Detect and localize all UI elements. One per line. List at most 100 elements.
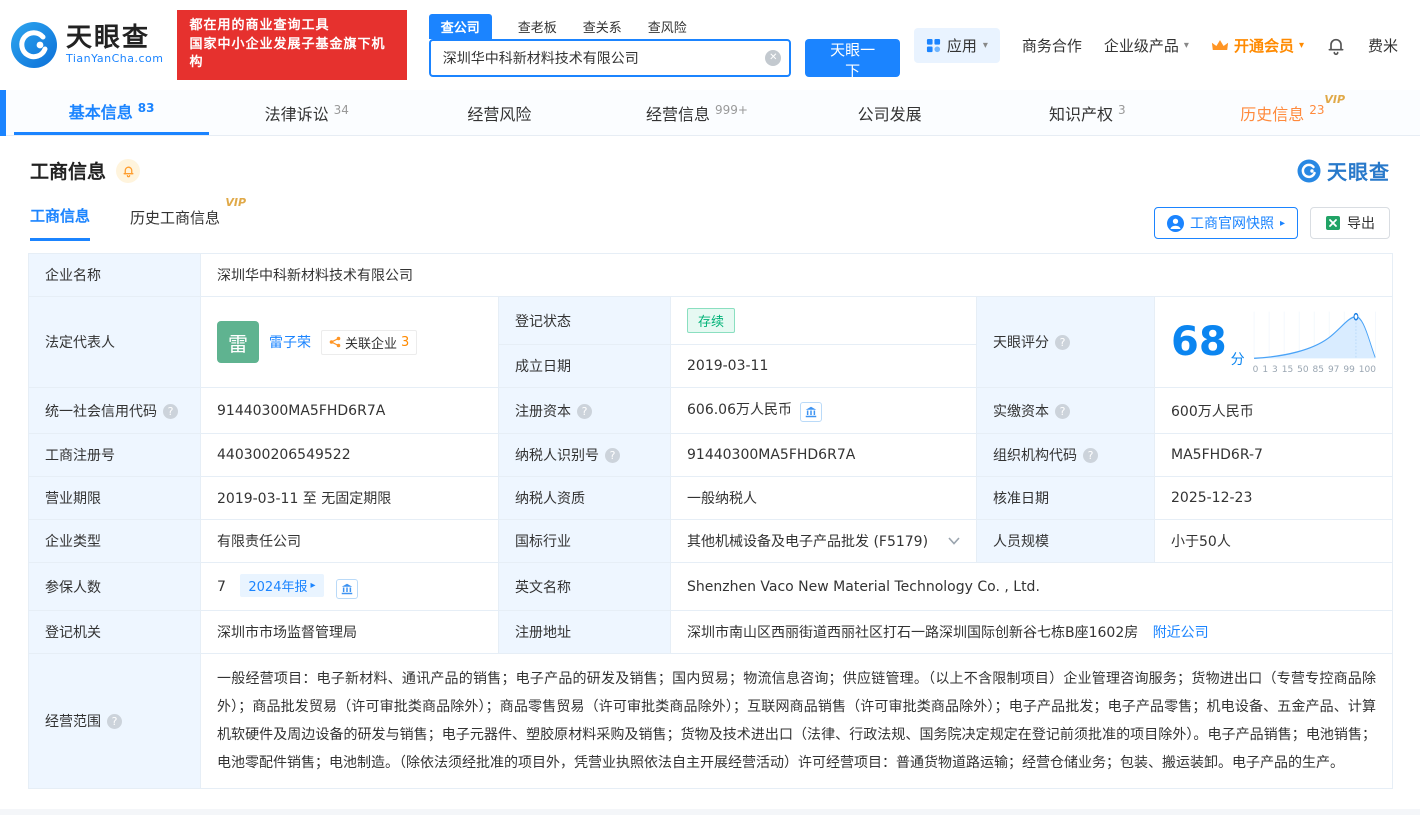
- subtab-history-business-info-label: 历史工商信息: [130, 208, 221, 227]
- related-companies-chip[interactable]: 关联企业 3: [321, 329, 418, 355]
- tab-operation-info[interactable]: 经营信息 999+: [599, 90, 794, 135]
- subtab-business-info[interactable]: 工商信息: [30, 205, 91, 241]
- reg-status-label: 登记状态: [498, 296, 671, 345]
- excel-icon: [1326, 216, 1340, 230]
- chevron-down-icon[interactable]: [948, 537, 960, 545]
- tab-intellectual-property-count: 3: [1117, 102, 1126, 117]
- reg-capital-help-icon[interactable]: ?: [577, 403, 592, 419]
- search-tab-relation[interactable]: 查关系: [583, 14, 622, 39]
- insured-source-icon[interactable]: [335, 579, 358, 599]
- legal-rep-name-link[interactable]: 雷子荣: [269, 332, 311, 352]
- apps-caret-icon: ▾: [982, 39, 988, 51]
- score-axis-labels: 01 3 15 50 85 97 99 100: [1252, 364, 1376, 375]
- insured-value: 7 2024年报 ▸: [200, 562, 499, 611]
- score-label: 天眼评分?: [976, 296, 1155, 388]
- reg-capital-label: 注册资本?: [498, 387, 671, 434]
- search-area: 查公司 查老板 查关系 查风险 ✕ 天眼一下: [428, 13, 900, 80]
- staff-size-value: 小于50人: [1153, 519, 1394, 563]
- paid-capital-label: 实缴资本?: [976, 387, 1155, 434]
- business-cooperation-link[interactable]: 商务合作: [1022, 35, 1082, 56]
- table-row: 经营范围? 一般经营项目：电子新材料、通讯产品的销售；电子产品的研发及销售；国内…: [28, 653, 1394, 789]
- table-row: 工商注册号 440300206549522 纳税人识别号? 91440300MA…: [28, 433, 1394, 477]
- annual-report-arrow-icon: ▸: [310, 580, 316, 591]
- tab-intellectual-property-label: 知识产权: [1048, 104, 1113, 124]
- tab-intellectual-property[interactable]: 知识产权 3: [990, 90, 1185, 135]
- official-snapshot-button[interactable]: 工商官网快照 ▸: [1153, 207, 1298, 239]
- open-vip-caret-icon: ▾: [1298, 39, 1304, 51]
- industry-label: 国标行业: [498, 519, 671, 563]
- enterprise-products-label: 企业级产品: [1103, 36, 1179, 55]
- logo-domain-text: TianYanCha.com: [66, 52, 164, 66]
- search-button[interactable]: 天眼一下: [805, 39, 900, 80]
- open-vip-menu[interactable]: 开通会员 ▾: [1211, 35, 1304, 56]
- table-row: 法定代表人 雷 雷子荣 关联企业 3 登记状态 存续 天眼评分 ? 68 分 0…: [28, 296, 1394, 388]
- business-info-table: 企业名称 深圳华中科新材料技术有限公司 法定代表人 雷 雷子荣 关联企业 3 登…: [28, 253, 1394, 789]
- tianyancha-logo[interactable]: 天眼查 TianYanCha.com: [10, 21, 163, 69]
- username[interactable]: 费米: [1368, 35, 1398, 56]
- taxpayer-id-help-icon[interactable]: ?: [605, 448, 620, 463]
- tab-operation-risk[interactable]: 经营风险: [404, 90, 599, 135]
- apps-menu[interactable]: 应用 ▾: [913, 27, 1000, 63]
- legal-rep-value: 雷 雷子荣 关联企业 3: [200, 296, 499, 388]
- uscc-help-icon[interactable]: ?: [163, 403, 178, 419]
- tab-company-development[interactable]: 公司发展: [795, 90, 990, 135]
- watermark-brand-text: 天眼查: [1327, 160, 1390, 184]
- company-type-label: 企业类型: [28, 519, 201, 563]
- header-right-menu: 应用 ▾ 商务合作 企业级产品 ▾ 开通会员 ▾ 费米: [913, 27, 1398, 63]
- enterprise-products-caret-icon: ▾: [1183, 39, 1189, 51]
- related-companies-count: 3: [401, 334, 410, 350]
- established-label: 成立日期: [498, 344, 671, 388]
- tab-basic-info-label: 基本信息: [68, 103, 133, 122]
- company-name-label: 企业名称: [28, 253, 201, 297]
- export-label: 导出: [1347, 216, 1375, 232]
- enterprise-products-menu[interactable]: 企业级产品 ▾: [1104, 35, 1189, 56]
- table-row: 企业名称 深圳华中科新材料技术有限公司: [28, 253, 1394, 297]
- notification-bell-icon[interactable]: [1326, 35, 1346, 56]
- tab-basic-info[interactable]: 基本信息 83: [14, 90, 210, 135]
- english-name-label: 英文名称: [498, 562, 671, 611]
- username-label: 费米: [1367, 36, 1398, 55]
- apps-menu-label: 应用: [946, 36, 977, 55]
- paid-capital-help-icon[interactable]: ?: [1055, 403, 1070, 419]
- watermark-logo-icon: [1297, 159, 1321, 182]
- score-help-icon[interactable]: ?: [1055, 335, 1070, 350]
- business-scope-label: 经营范围?: [28, 653, 201, 789]
- taxpayer-quality-label: 纳税人资质: [498, 476, 671, 520]
- tab-basic-info-count: 83: [137, 101, 155, 115]
- subscribe-bell-icon[interactable]: [116, 158, 141, 183]
- authority-value: 深圳市市场监督管理局: [200, 610, 499, 654]
- annual-report-chip[interactable]: 2024年报 ▸: [240, 574, 324, 597]
- logo-brand-text: 天眼查: [66, 22, 151, 53]
- annual-report-label: 2024年报: [248, 580, 308, 595]
- taxpayer-id-value: 91440300MA5FHD6R7A: [670, 433, 977, 477]
- legal-rep-avatar[interactable]: 雷: [217, 321, 259, 363]
- capital-source-icon[interactable]: [800, 402, 822, 422]
- tianyancha-company-page: 天眼查 TianYanCha.com 都在用的商业查询工具 国家中小企业发展子基…: [0, 0, 1420, 827]
- org-code-help-icon[interactable]: ?: [1083, 448, 1098, 463]
- snapshot-arrow-icon: ▸: [1279, 217, 1285, 229]
- official-snapshot-label: 工商官网快照: [1189, 216, 1274, 232]
- tab-legal-proceedings-label: 法律诉讼: [264, 104, 329, 124]
- nearby-companies-link[interactable]: 附近公司: [1153, 625, 1209, 641]
- score-value: 68 分 0 1 3 15 50 85 97 99 100: [1153, 296, 1394, 388]
- score-unit: 分: [1230, 351, 1245, 368]
- tab-legal-proceedings-count: 34: [333, 102, 349, 117]
- address-value: 深圳市南山区西丽街道西丽社区打石一路深圳国际创新谷七栋B座1602房 附近公司: [669, 610, 1394, 654]
- tab-legal-proceedings[interactable]: 法律诉讼 34: [209, 90, 404, 135]
- search-tab-risk[interactable]: 查风险: [648, 14, 687, 39]
- tab-history-info[interactable]: VIP 历史信息 23: [1185, 90, 1380, 135]
- scope-help-icon[interactable]: ?: [107, 714, 122, 729]
- search-tab-company[interactable]: 查公司: [428, 14, 492, 39]
- table-row: 登记机关 深圳市市场监督管理局 注册地址 深圳市南山区西丽街道西丽社区打石一路深…: [28, 610, 1394, 654]
- tab-operation-risk-label: 经营风险: [467, 104, 532, 124]
- subtab-row: 工商信息 历史工商信息 VIP 工商官网快照 ▸ 导出: [30, 196, 1390, 241]
- search-tab-boss[interactable]: 查老板: [518, 14, 557, 39]
- export-button[interactable]: 导出: [1310, 207, 1390, 239]
- business-cooperation-label: 商务合作: [1021, 36, 1082, 55]
- search-input[interactable]: [428, 39, 792, 77]
- table-row: 企业类型 有限责任公司 国标行业 其他机械设备及电子产品批发 (F5179) 人…: [28, 519, 1394, 563]
- score-number: 68: [1171, 319, 1227, 365]
- company-type-value: 有限责任公司: [200, 519, 499, 563]
- tianyancha-watermark: 天眼查: [1297, 156, 1390, 185]
- subtab-history-business-info[interactable]: 历史工商信息 VIP: [130, 196, 246, 240]
